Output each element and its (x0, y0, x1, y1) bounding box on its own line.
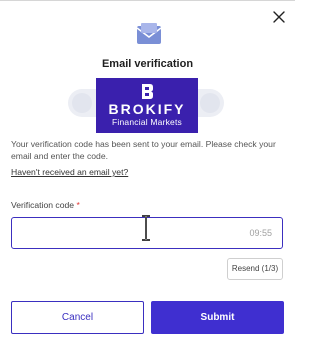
havent-received-link[interactable]: Haven't received an email yet? (11, 167, 128, 177)
code-label-text: Verification code (11, 200, 75, 210)
brand-name: BROKIFY (108, 101, 186, 117)
code-label: Verification code * (11, 200, 80, 210)
close-icon[interactable] (271, 9, 287, 25)
required-mark: * (76, 200, 80, 210)
top-divider (0, 0, 295, 1)
dialog-title: Email verification (101, 58, 194, 70)
text-cursor-icon (140, 214, 152, 242)
submit-button[interactable]: Submit (151, 301, 284, 334)
brand-banner: BROKIFY Financial Markets (96, 78, 198, 133)
countdown-timer: 09:55 (249, 228, 272, 238)
verification-message: Your verification code has been sent to … (11, 139, 276, 161)
brokify-logo-icon (142, 84, 153, 99)
brand-tagline: Financial Markets (111, 117, 182, 127)
resend-button[interactable]: Resend (1/3) (227, 258, 283, 280)
cancel-button[interactable]: Cancel (11, 301, 144, 334)
envelope-icon (136, 23, 162, 45)
